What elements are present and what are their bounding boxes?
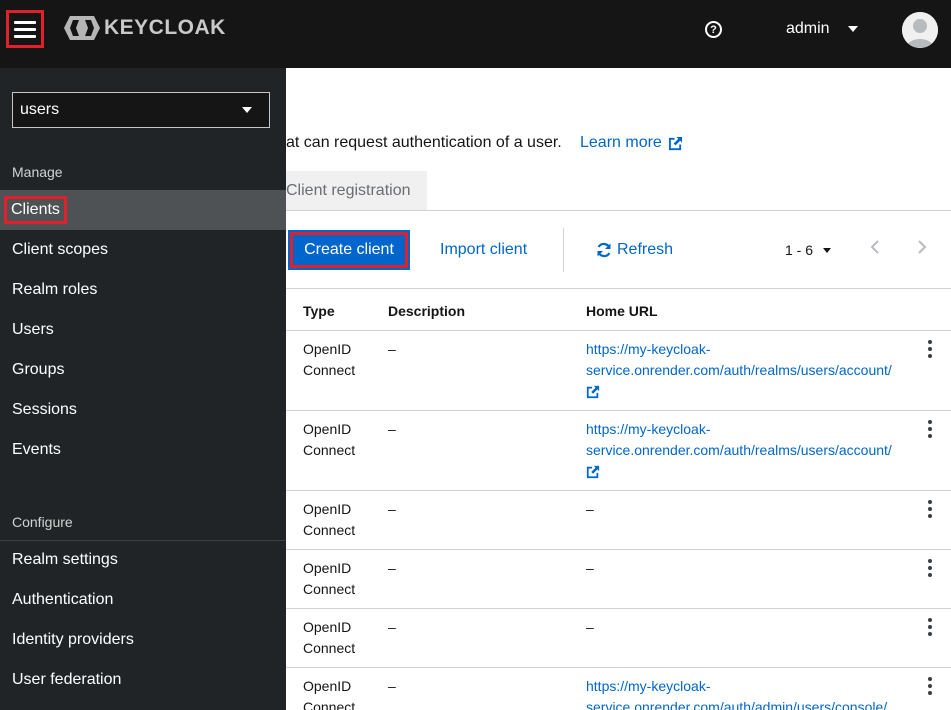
sidebar-item-label: Realm roles	[12, 281, 98, 298]
keycloak-logo-icon	[64, 16, 100, 40]
sidebar-item-users[interactable]: Users	[0, 310, 286, 350]
avatar[interactable]	[902, 12, 938, 48]
sidebar-item-identity-providers[interactable]: Identity providers	[0, 620, 286, 660]
table-divider	[286, 330, 951, 331]
column-header-type[interactable]: Type	[303, 303, 335, 319]
sidebar-item-label: Sessions	[12, 401, 77, 418]
cell-type: OpenID Connect	[303, 421, 356, 458]
row-actions-kebab-icon[interactable]	[925, 500, 935, 518]
row-actions-kebab-icon[interactable]	[925, 420, 935, 438]
cell-type: OpenID Connect	[303, 341, 356, 378]
table-divider	[286, 549, 951, 550]
cell-type: OpenID Connect	[303, 501, 356, 538]
cell-description: –	[388, 421, 396, 437]
help-icon[interactable]: ?	[705, 21, 722, 38]
masthead: KEYCLOAK ? admin	[0, 0, 951, 68]
cell-type: OpenID Connect	[303, 560, 356, 597]
cell-home-url: –	[586, 619, 594, 635]
import-client-button[interactable]: Import client	[440, 241, 527, 259]
sidebar-item-label: Authentication	[12, 591, 114, 608]
sidebar-item-label: User federation	[12, 671, 122, 688]
home-url-link[interactable]: https://my-keycloak-service.onrender.com…	[586, 678, 887, 710]
sidebar-item-user-federation[interactable]: User federation	[0, 660, 286, 700]
refresh-label: Refresh	[617, 241, 674, 258]
cell-description: –	[388, 341, 396, 357]
tabs-divider	[286, 210, 951, 211]
cell-description: –	[388, 501, 396, 517]
sidebar-item-label: Clients	[4, 196, 67, 224]
nav-group-manage: Manage	[12, 164, 63, 180]
external-link-icon[interactable]	[586, 385, 600, 399]
tab-client-registration[interactable]: Client registration	[286, 171, 427, 210]
tab-label: Client registration	[286, 181, 411, 199]
caret-down-icon	[847, 26, 858, 32]
caret-down-icon	[823, 247, 832, 253]
row-actions-kebab-icon[interactable]	[925, 677, 935, 695]
sidebar-item-label: Groups	[12, 361, 65, 378]
toolbar-divider	[286, 288, 951, 289]
cell-description: –	[388, 560, 396, 576]
column-header-home-url[interactable]: Home URL	[586, 303, 658, 319]
pagination-range: 1 - 6	[785, 242, 814, 258]
page-description: at can request authentication of a user.	[286, 134, 562, 151]
username-label: admin	[786, 20, 830, 37]
sidebar-item-label: Users	[12, 321, 54, 338]
nav-group-configure: Configure	[12, 514, 73, 530]
sidebar-item-realm-roles[interactable]: Realm roles	[0, 270, 286, 310]
realm-selector-value: users	[20, 101, 60, 118]
previous-page-button[interactable]	[870, 240, 880, 259]
sidebar: users Manage Clients Client scopes Realm…	[0, 68, 286, 710]
cell-type: OpenID Connect	[303, 678, 356, 710]
cell-home-url: https://my-keycloak-service.onrender.com…	[586, 419, 906, 482]
table-divider	[286, 490, 951, 491]
next-page-button[interactable]	[917, 240, 927, 259]
row-actions-kebab-icon[interactable]	[925, 618, 935, 636]
refresh-button[interactable]: Refresh	[596, 241, 673, 259]
cell-home-url: https://my-keycloak-service.onrender.com…	[586, 676, 906, 710]
sidebar-item-label: Realm settings	[12, 551, 118, 568]
learn-more-label: Learn more	[580, 134, 662, 151]
create-client-button[interactable]: Create client	[288, 230, 410, 270]
caret-down-icon	[242, 107, 252, 113]
sidebar-item-groups[interactable]: Groups	[0, 350, 286, 390]
menu-toggle-button[interactable]	[6, 10, 44, 48]
table-divider	[286, 410, 951, 411]
sidebar-item-authentication[interactable]: Authentication	[0, 580, 286, 620]
chevron-right-icon	[918, 240, 927, 254]
cell-description: –	[388, 619, 396, 635]
column-header-description[interactable]: Description	[388, 303, 465, 319]
external-link-icon	[668, 136, 682, 150]
sidebar-item-label: Events	[12, 441, 61, 458]
sidebar-item-realm-settings[interactable]: Realm settings	[0, 540, 286, 580]
external-link-icon[interactable]	[586, 465, 600, 479]
chevron-left-icon	[870, 240, 879, 254]
avatar-icon	[902, 12, 938, 48]
cell-description: –	[388, 678, 396, 694]
cell-home-url: –	[586, 501, 594, 517]
refresh-icon	[597, 242, 611, 258]
learn-more-link[interactable]: Learn more	[580, 134, 683, 152]
toolbar-separator	[563, 228, 564, 272]
table-divider	[286, 667, 951, 668]
pagination-toggle[interactable]: 1 - 6	[785, 242, 832, 258]
keycloak-logo[interactable]: KEYCLOAK	[64, 14, 226, 42]
sidebar-item-sessions[interactable]: Sessions	[0, 390, 286, 430]
cell-type: OpenID Connect	[303, 619, 356, 656]
cell-home-url: https://my-keycloak-service.onrender.com…	[586, 339, 906, 402]
home-url-link[interactable]: https://my-keycloak-service.onrender.com…	[586, 341, 892, 378]
user-menu-toggle[interactable]: admin	[786, 20, 858, 38]
sidebar-item-label: Identity providers	[12, 631, 134, 648]
cell-home-url: –	[586, 560, 594, 576]
sidebar-item-client-scopes[interactable]: Client scopes	[0, 230, 286, 270]
sidebar-item-clients[interactable]: Clients	[0, 190, 286, 230]
menu-icon	[14, 20, 36, 24]
sidebar-item-label: Client scopes	[12, 241, 109, 258]
logo-text: KEYCLOAK	[104, 16, 226, 39]
table-divider	[286, 608, 951, 609]
realm-selector[interactable]: users	[12, 92, 270, 128]
row-actions-kebab-icon[interactable]	[925, 340, 935, 358]
row-actions-kebab-icon[interactable]	[925, 559, 935, 577]
home-url-link[interactable]: https://my-keycloak-service.onrender.com…	[586, 421, 892, 458]
sidebar-item-events[interactable]: Events	[0, 430, 286, 470]
